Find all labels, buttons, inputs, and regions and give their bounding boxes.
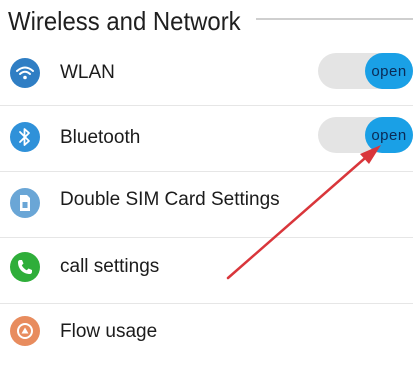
phone-icon <box>10 252 40 282</box>
wlan-toggle[interactable]: open <box>318 53 413 89</box>
setting-label-wlan: WLAN <box>60 62 115 83</box>
wifi-icon <box>10 58 40 88</box>
setting-label-flow-usage: Flow usage <box>60 321 158 342</box>
bluetooth-toggle-knob: open <box>365 117 413 153</box>
setting-label-double-sim: Double SIM Card Settings <box>60 189 280 210</box>
setting-row-double-sim[interactable]: Double SIM Card Settings <box>0 172 413 238</box>
bluetooth-toggle[interactable]: open <box>318 117 413 153</box>
setting-label-call-settings: call settings <box>60 256 160 277</box>
setting-row-bluetooth[interactable]: Bluetooth open <box>0 106 413 172</box>
setting-row-flow-usage[interactable]: Flow usage <box>0 304 413 365</box>
wifi-glyph <box>16 66 34 80</box>
data-usage-glyph <box>17 323 33 339</box>
data-usage-icon <box>10 316 40 346</box>
bluetooth-icon <box>10 122 40 152</box>
header-divider <box>256 18 413 20</box>
sim-card-glyph <box>20 195 30 211</box>
bluetooth-toggle-state: open <box>371 126 407 144</box>
wlan-toggle-knob: open <box>365 53 413 89</box>
wlan-toggle-state: open <box>371 62 407 80</box>
phone-glyph <box>18 260 32 274</box>
setting-label-bluetooth: Bluetooth <box>60 127 141 148</box>
sim-card-icon <box>10 188 40 218</box>
settings-screen: Wireless and Network WLAN open Bluetooth <box>0 0 413 365</box>
setting-row-wlan[interactable]: WLAN open <box>0 40 413 106</box>
setting-row-call-settings[interactable]: call settings <box>0 238 413 304</box>
section-title: Wireless and Network <box>8 5 241 36</box>
section-header: Wireless and Network <box>8 4 261 38</box>
bluetooth-glyph <box>19 128 30 146</box>
